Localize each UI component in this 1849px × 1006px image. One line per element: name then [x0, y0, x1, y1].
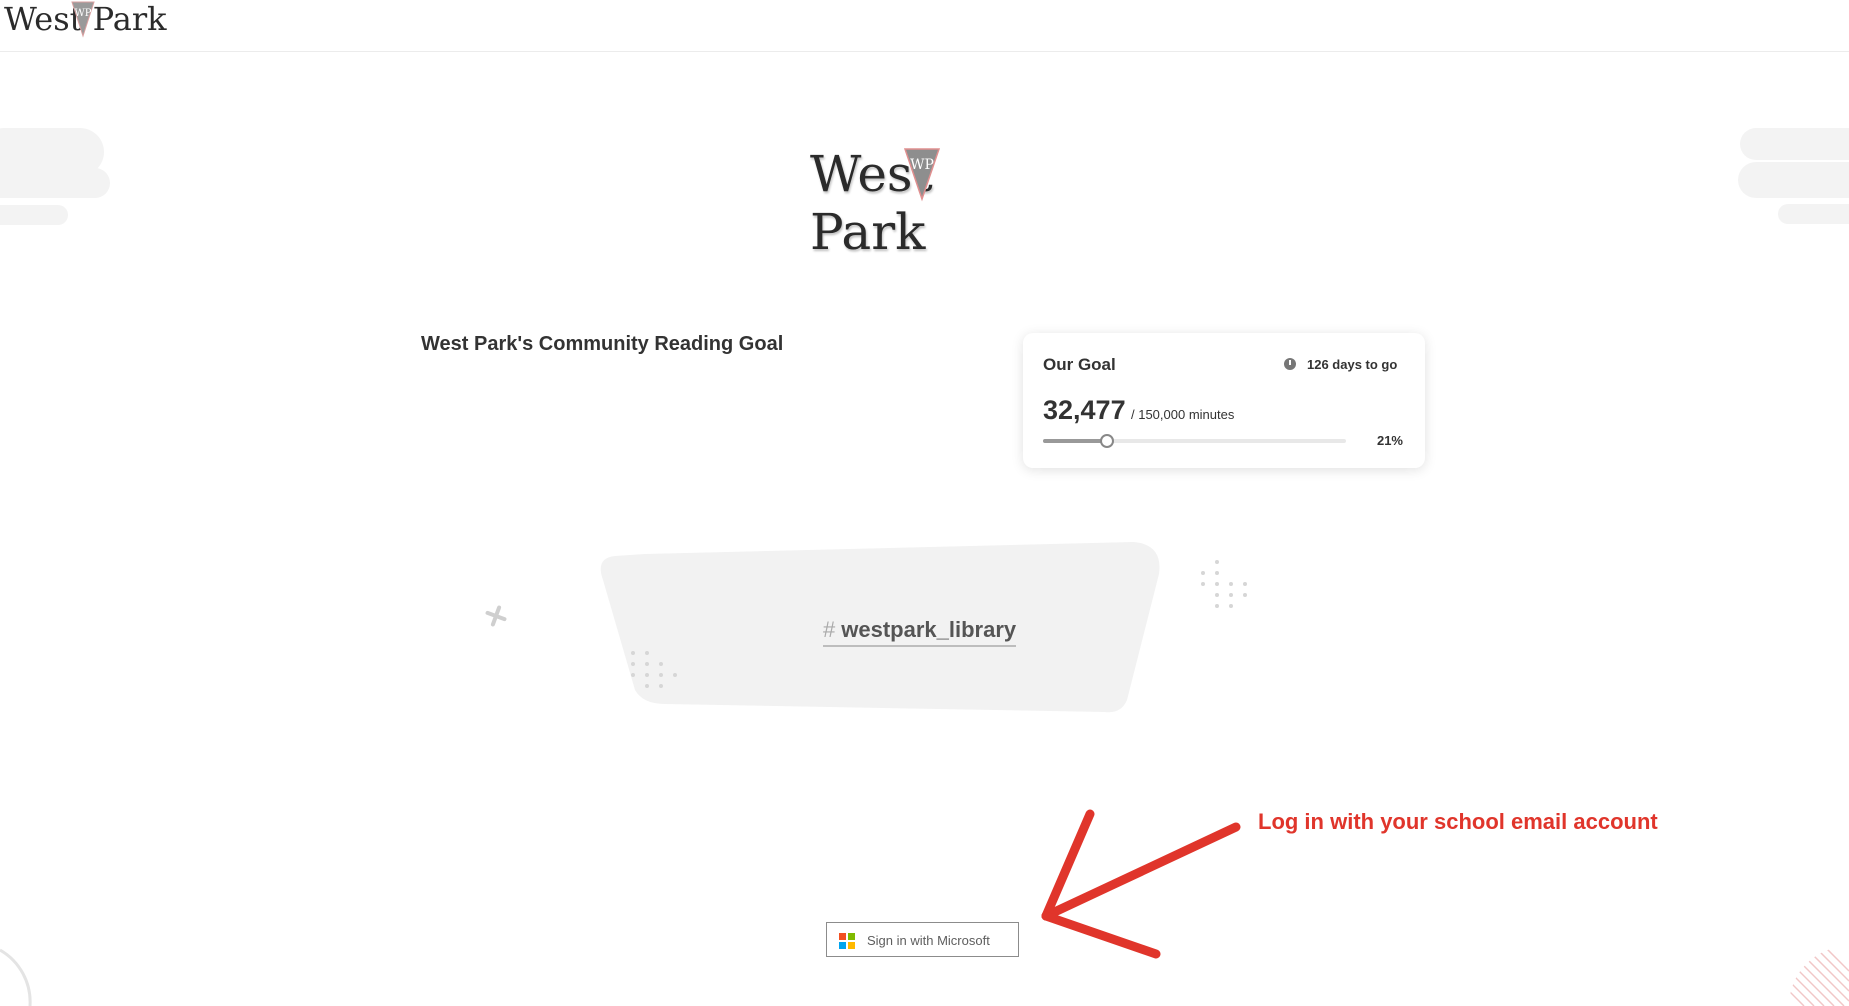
goal-progress-knob [1099, 434, 1114, 448]
login-instruction-annotation: Log in with your school email account [1258, 809, 1658, 834]
hero-logo: West Park WP [810, 143, 1050, 261]
hero-logo-shield-icon: WP [903, 148, 941, 202]
bottom-left-circle-decoration [0, 948, 32, 1006]
bottom-right-stripes-decoration [1789, 946, 1849, 1006]
reading-goal-title: West Park's Community Reading Goal [421, 333, 784, 355]
goal-progress-bar [1043, 434, 1346, 448]
hashtag-link[interactable]: # westpark_library [823, 617, 1017, 647]
header-logo-monogram: WP [74, 8, 91, 19]
microsoft-logo-icon [839, 933, 855, 949]
arrow-icon [1041, 809, 1241, 959]
sign-in-microsoft-button[interactable]: Sign in with Microsoft [826, 922, 1019, 957]
plus-decoration-icon [485, 605, 507, 627]
sign-in-label: Sign in with Microsoft [867, 933, 990, 948]
goal-target: / 150,000 minutes [1131, 407, 1235, 422]
goal-card-label: Our Goal [1043, 355, 1116, 374]
goal-card: Our Goal 126 days to go 32,477 / 150,000… [1023, 333, 1425, 468]
goal-percent: 21% [1376, 433, 1403, 448]
goal-current-count: 32,477 [1043, 395, 1126, 425]
hero-logo-monogram: WP [910, 157, 934, 173]
top-bar: West Park WP [0, 0, 1849, 52]
crescent-decoration-icon [1334, 658, 1360, 686]
header-logo-shield-icon: WP [71, 1, 95, 38]
goal-progress-fill [1043, 439, 1107, 443]
days-to-go: 126 days to go [1307, 357, 1398, 372]
hashtag-text: westpark_library [841, 617, 1017, 642]
clock-icon [1284, 358, 1296, 370]
hash-symbol: # [823, 617, 836, 642]
header-logo[interactable]: West Park WP [4, 0, 174, 44]
